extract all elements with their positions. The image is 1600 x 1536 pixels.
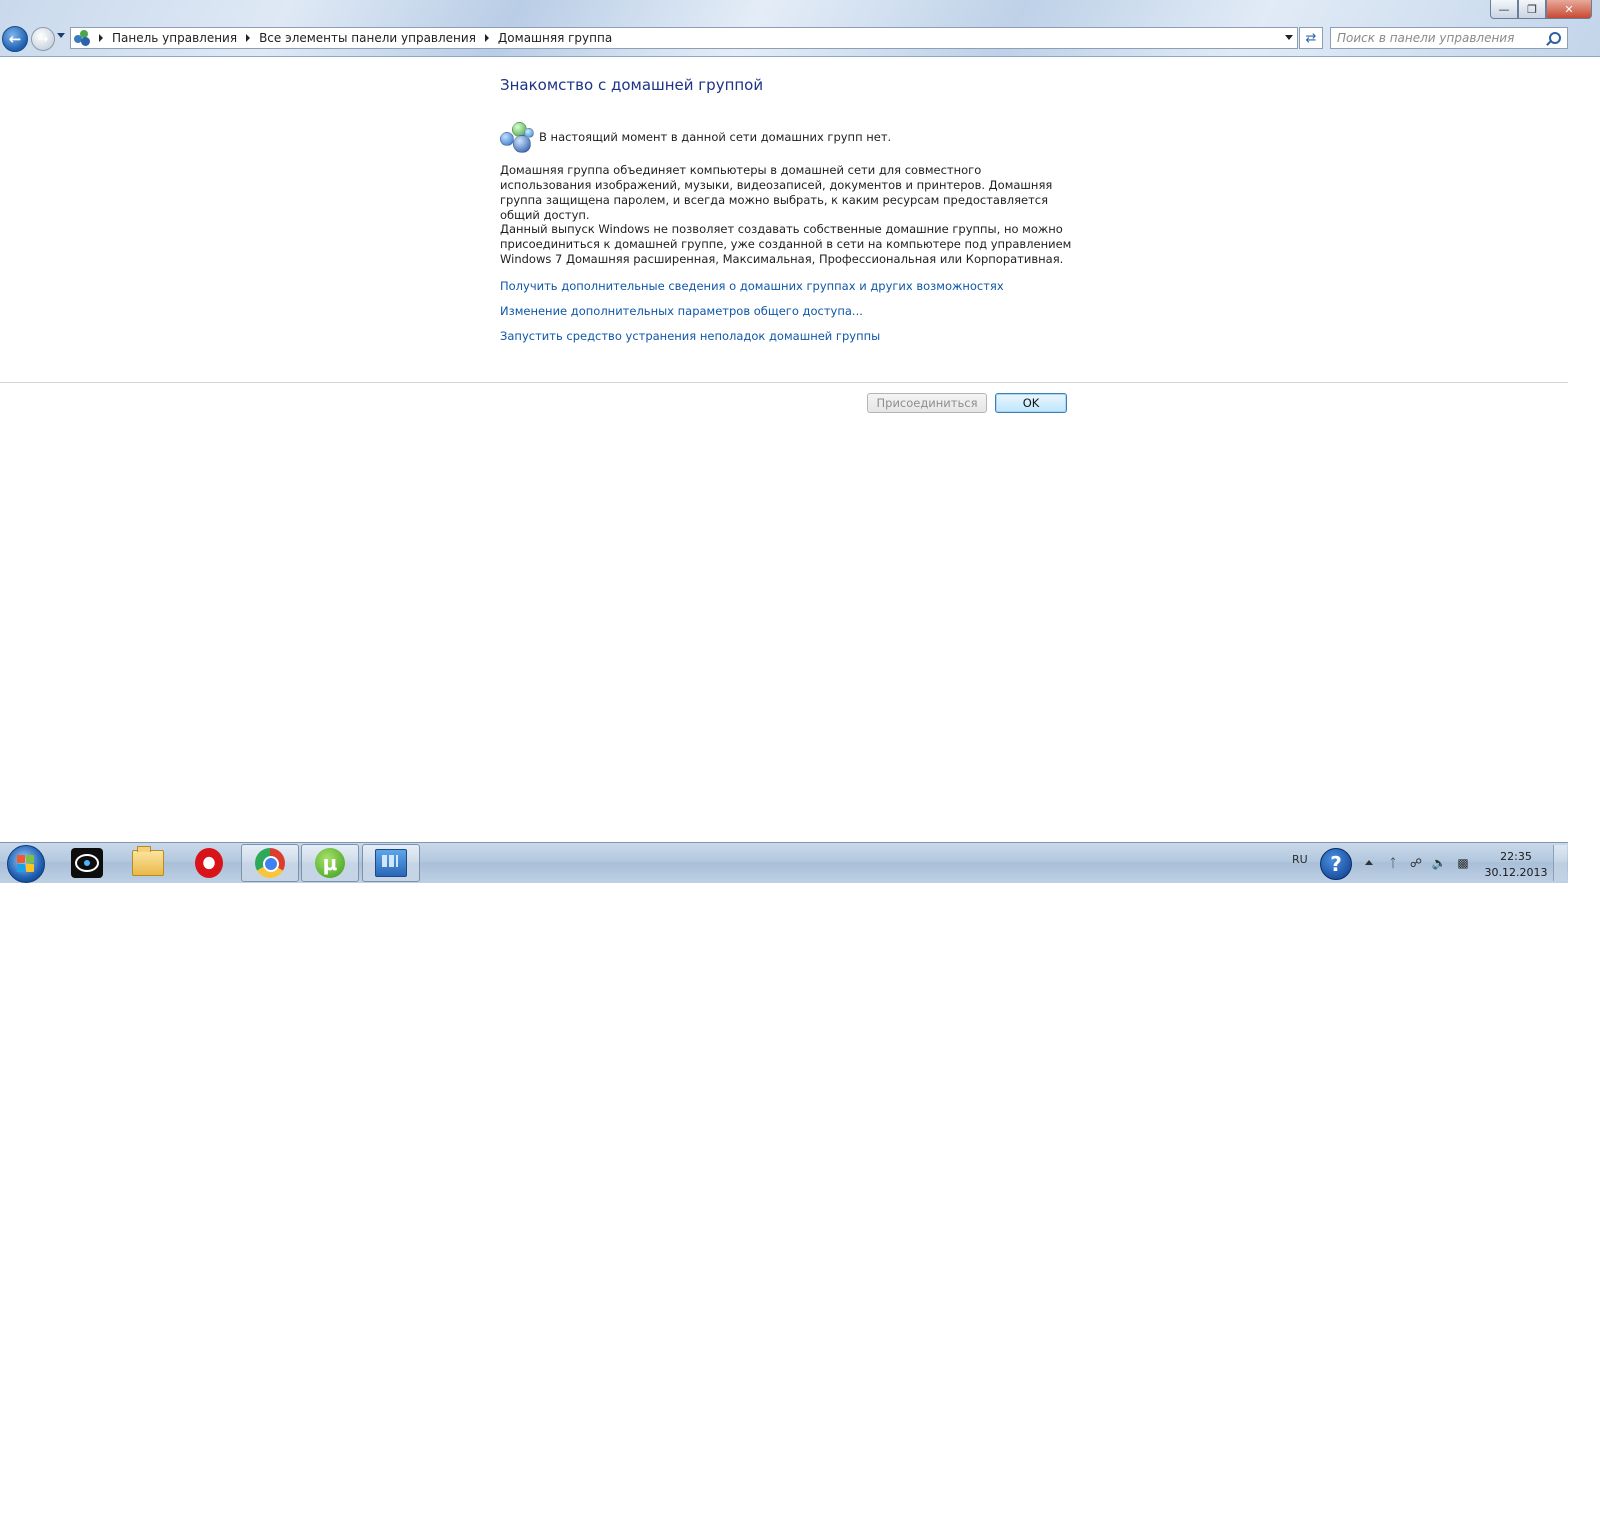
taskbar-control-panel[interactable] (362, 844, 420, 882)
bluetooth-icon[interactable]: ᛏ (1386, 855, 1400, 871)
start-button[interactable] (7, 845, 45, 883)
control-panel-icon (375, 849, 407, 877)
explorer-folder-icon (132, 846, 164, 876)
close-button[interactable]: ✕ (1546, 0, 1592, 19)
search-input[interactable] (1337, 31, 1543, 45)
back-button[interactable]: ← (2, 26, 28, 52)
breadcrumb-all-items[interactable]: Все элементы панели управления (259, 31, 476, 45)
homegroup-small-icon (74, 30, 90, 46)
control-panel-window: — ❐ ✕ ← → Панель управления Все элементы… (0, 0, 1600, 860)
join-button[interactable]: Присоединиться (867, 393, 987, 413)
help-icon[interactable]: ? (1320, 848, 1352, 880)
minimize-button[interactable]: — (1490, 0, 1518, 19)
restore-button[interactable]: ❐ (1518, 0, 1546, 19)
search-icon[interactable] (1549, 32, 1561, 44)
caption-buttons: — ❐ ✕ (1490, 0, 1592, 20)
taskbar-media-player[interactable] (58, 844, 116, 882)
show-hidden-icons-icon[interactable] (1365, 860, 1373, 865)
address-dropdown-icon[interactable] (1285, 35, 1293, 40)
refresh-button[interactable]: ⇄ (1299, 27, 1323, 49)
network-signal-icon[interactable]: ▩ (1456, 855, 1470, 871)
recent-pages-dropdown[interactable] (57, 33, 65, 38)
learn-more-link[interactable]: Получить дополнительные сведения о домаш… (500, 279, 1004, 293)
close-icon: ✕ (1564, 2, 1574, 16)
restore-icon: ❐ (1527, 2, 1537, 16)
button-divider (0, 382, 1568, 383)
ok-button[interactable]: OK (995, 393, 1067, 413)
taskbar-explorer[interactable] (119, 844, 177, 882)
address-bar[interactable]: Панель управления Все элементы панели уп… (70, 27, 1298, 49)
breadcrumb-chevron-icon[interactable] (99, 34, 103, 42)
forward-button[interactable]: → (31, 27, 55, 51)
media-player-icon (71, 848, 103, 878)
clock-date: 30.12.2013 (1484, 866, 1548, 879)
volume-icon[interactable]: 🔈 (1432, 855, 1447, 871)
edition-note-paragraph: Данный выпуск Windows не позволяет созда… (500, 222, 1072, 266)
power-plug-icon[interactable]: ☍ (1409, 855, 1423, 871)
breadcrumb-homegroup[interactable]: Домашняя группа (498, 31, 612, 45)
system-clock[interactable]: 22:35 30.12.2013 (1482, 849, 1550, 881)
page-title: Знакомство с домашней группой (500, 76, 764, 94)
main-content: Знакомство с домашней группой В настоящи… (500, 70, 1080, 343)
back-arrow-icon: ← (8, 30, 22, 48)
breadcrumb-chevron-icon[interactable] (246, 34, 251, 42)
taskbar-opera[interactable] (180, 844, 238, 882)
refresh-icon: ⇄ (1305, 30, 1317, 46)
show-desktop-button[interactable] (1553, 845, 1567, 881)
search-box[interactable] (1330, 27, 1568, 49)
title-bar: — ❐ ✕ ← → Панель управления Все элементы… (0, 0, 1600, 57)
clock-time: 22:35 (1500, 850, 1532, 863)
breadcrumb-control-panel[interactable]: Панель управления (112, 31, 237, 45)
taskbar-utorrent[interactable]: μ (301, 844, 359, 882)
description-paragraph: Домашняя группа объединяет компьютеры в … (500, 163, 1053, 222)
chrome-icon (255, 848, 285, 878)
utorrent-icon: μ (315, 848, 345, 878)
status-row: В настоящий момент в данной сети домашни… (500, 122, 892, 153)
troubleshooter-link[interactable]: Запустить средство устранения неполадок … (500, 329, 880, 343)
minimize-icon: — (1498, 2, 1510, 16)
advanced-sharing-settings-link[interactable]: Изменение дополнительных параметров обще… (500, 304, 863, 318)
taskbar: μ RU ? ᛏ ☍ 🔈 ▩ 22:35 30.12.2013 (0, 842, 1568, 883)
breadcrumb-chevron-icon[interactable] (484, 34, 489, 42)
status-text: В настоящий момент в данной сети домашни… (539, 130, 892, 144)
windows-logo-icon (17, 855, 35, 873)
taskbar-chrome[interactable] (241, 844, 299, 882)
opera-icon (195, 848, 223, 878)
forward-arrow-icon: → (37, 31, 49, 47)
language-indicator[interactable]: RU (1292, 853, 1308, 866)
homegroup-icon (500, 122, 534, 153)
